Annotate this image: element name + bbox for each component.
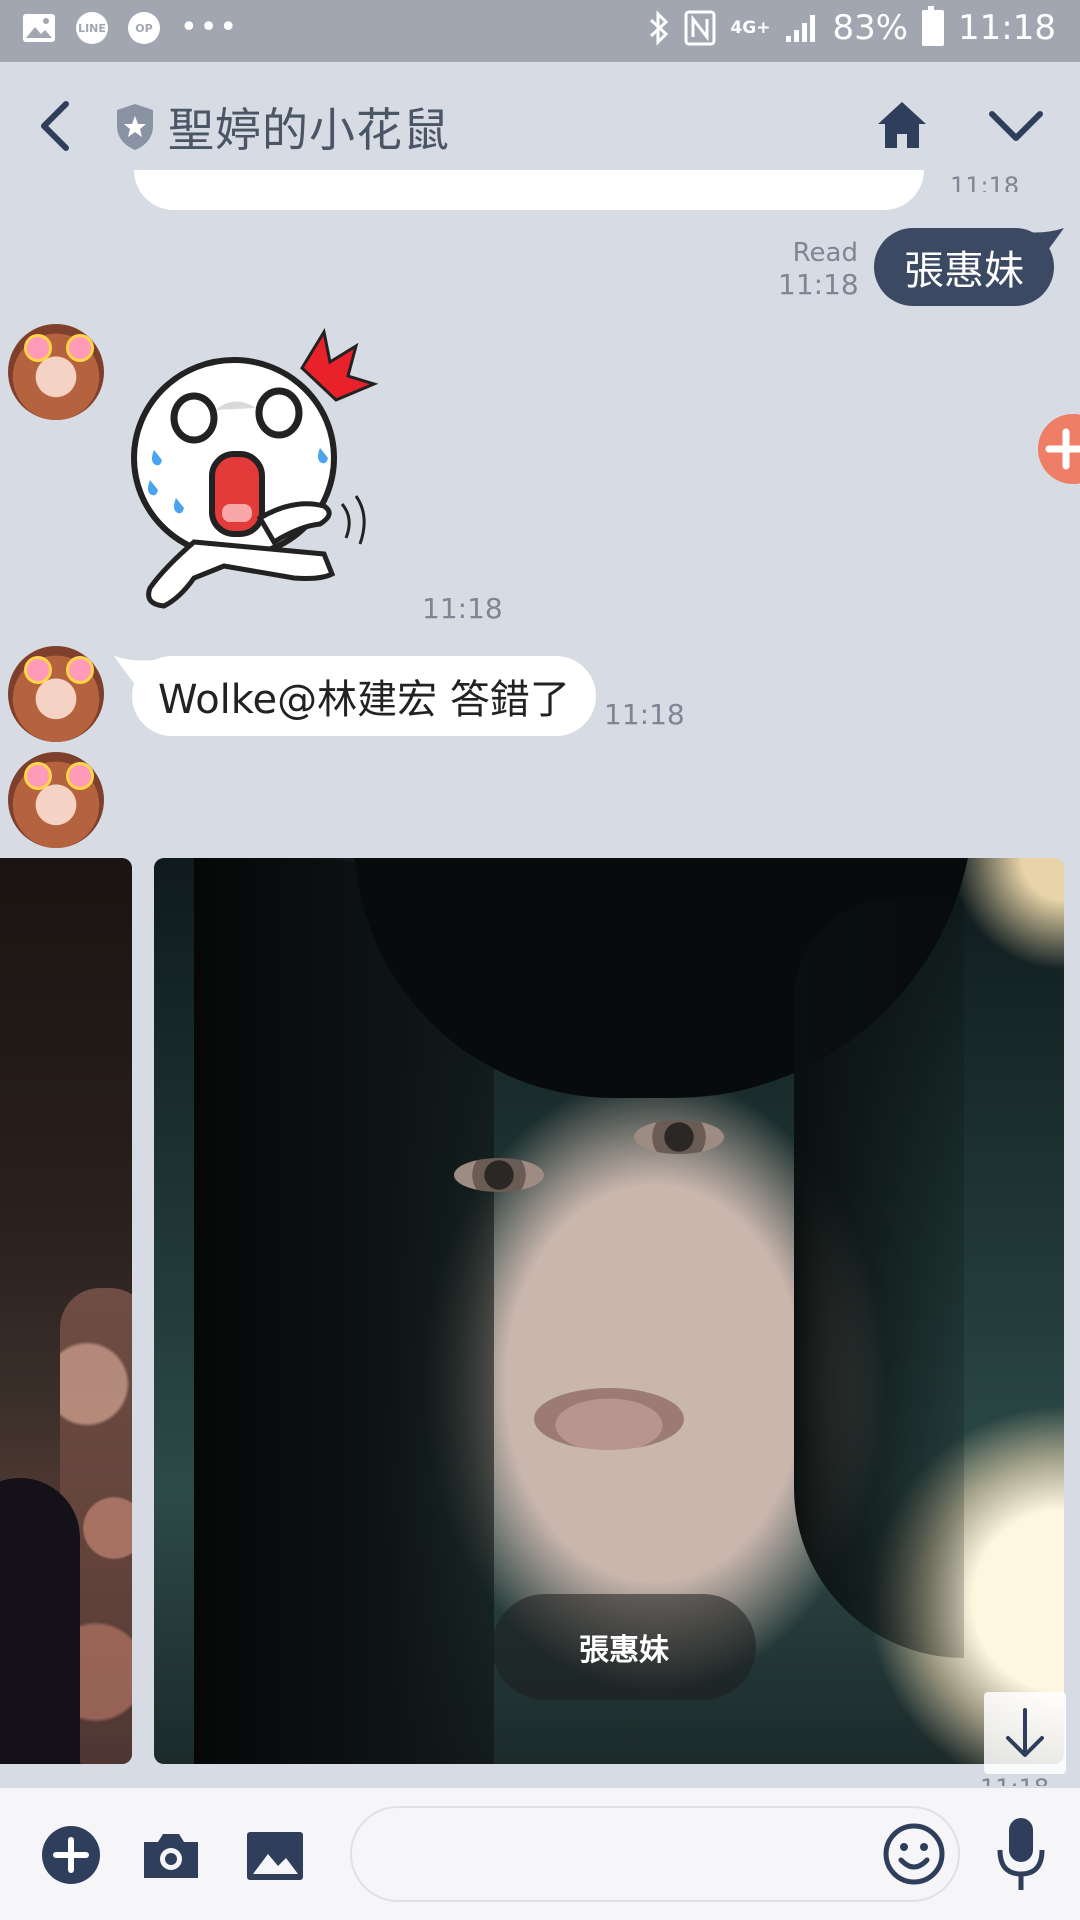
image-icon: [23, 14, 55, 42]
op-icon: OP: [128, 12, 160, 44]
chat-title[interactable]: 聖婷的小花鼠: [168, 94, 450, 160]
mic-icon[interactable]: [994, 1816, 1048, 1894]
nfc-icon: [684, 10, 716, 46]
home-icon[interactable]: [874, 98, 930, 152]
read-receipt: Read: [792, 238, 858, 268]
camera-icon[interactable]: [140, 1824, 202, 1886]
avatar[interactable]: [8, 752, 104, 848]
arrow-down-icon[interactable]: [984, 1692, 1066, 1774]
more-notifications-icon: •••: [180, 10, 240, 45]
photo-detail: [534, 1388, 684, 1450]
photo-time: 11:18: [980, 1774, 1049, 1786]
chevron-down-icon[interactable]: [986, 106, 1046, 146]
photo-message[interactable]: 張惠妹: [154, 858, 1064, 1764]
signal-icon: [786, 15, 816, 42]
incoming-message-bubble[interactable]: Wolke@林建宏 答錯了: [132, 656, 596, 736]
photo-thumbnail-previous[interactable]: [0, 858, 132, 1764]
clock: 11:18: [958, 8, 1056, 48]
system-indicators: 4G+ 83% 11:18: [648, 6, 1056, 48]
network-type: 4G+: [730, 17, 771, 38]
incoming-message-time: 11:18: [604, 698, 685, 731]
message-input-bar: [0, 1788, 1080, 1920]
back-icon[interactable]: [32, 98, 78, 154]
gallery-icon[interactable]: [244, 1824, 306, 1886]
outgoing-message-time: 11:18: [778, 268, 859, 301]
avatar[interactable]: [8, 324, 104, 420]
plus-icon[interactable]: [40, 1824, 102, 1886]
message-input[interactable]: [350, 1806, 960, 1902]
notification-icons: LINE OP •••: [22, 12, 239, 44]
photo-caption: 張惠妹: [492, 1594, 756, 1700]
floating-plus-button[interactable]: [1038, 414, 1080, 484]
photo-detail: [634, 1120, 724, 1154]
sticker-time: 11:18: [422, 592, 503, 625]
previous-message-bubble[interactable]: [134, 170, 924, 210]
sticker-crying-character[interactable]: [124, 328, 404, 628]
emoji-icon[interactable]: [882, 1822, 946, 1886]
battery-percent: 83%: [832, 8, 909, 48]
outgoing-message-bubble[interactable]: 張惠妹: [874, 228, 1054, 306]
bluetooth-icon: [650, 10, 669, 46]
avatar[interactable]: [8, 646, 104, 742]
status-bar: LINE OP ••• 4G+ 83% 11:18: [0, 0, 1080, 62]
battery-icon: [922, 6, 945, 46]
photo-detail: [454, 1158, 544, 1192]
previous-message-time: 11:18: [950, 172, 1020, 192]
line-icon: LINE: [76, 12, 108, 44]
shield-icon: [117, 104, 153, 150]
